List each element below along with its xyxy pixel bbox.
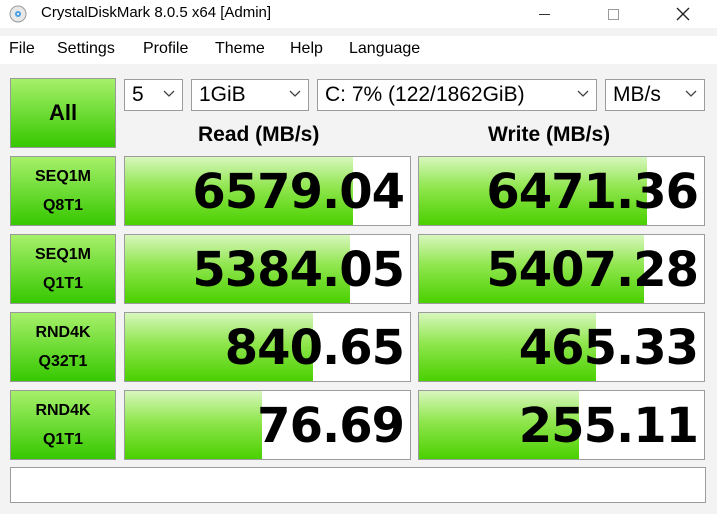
chevron-down-icon [163, 90, 175, 97]
read-value: 5384.05 [192, 242, 405, 298]
test-button-seq1m-q1t1[interactable]: SEQ1M Q1T1 [10, 234, 116, 304]
drive-select[interactable]: C: 7% (122/1862GiB) [317, 79, 597, 111]
menu-settings[interactable]: Settings [57, 40, 115, 58]
comment-field[interactable] [10, 467, 706, 503]
chevron-down-icon [577, 90, 589, 97]
menu-theme[interactable]: Theme [215, 40, 265, 58]
read-result-seq1m-q1t1: 5384.05 [124, 234, 411, 304]
maximize-icon [607, 8, 619, 20]
write-result-seq1m-q8t1: 6471.36 [418, 156, 705, 226]
minimize-button[interactable] [521, 0, 567, 28]
read-header: Read (MB/s) [198, 123, 320, 146]
test-size-select[interactable]: 1GiB [191, 79, 309, 111]
drive-value: C: 7% (122/1862GiB) [325, 83, 525, 106]
chevron-down-icon [685, 90, 697, 97]
read-result-seq1m-q8t1: 6579.04 [124, 156, 411, 226]
minimize-icon [538, 13, 550, 15]
chevron-down-icon [289, 90, 301, 97]
test-button-rnd4k-q1t1[interactable]: RND4K Q1T1 [10, 390, 116, 460]
test-size-value: 1GiB [199, 83, 246, 106]
read-value: 6579.04 [192, 164, 405, 220]
unit-select[interactable]: MB/s [605, 79, 705, 111]
read-result-rnd4k-q32t1: 840.65 [124, 312, 411, 382]
read-value: 840.65 [224, 320, 405, 376]
test-queue: Q1T1 [42, 275, 83, 292]
test-name: SEQ1M [34, 246, 91, 263]
read-bar [125, 391, 262, 459]
menu-help[interactable]: Help [290, 40, 323, 58]
unit-value: MB/s [613, 83, 661, 106]
write-result-seq1m-q1t1: 5407.28 [418, 234, 705, 304]
read-value: 76.69 [257, 398, 405, 454]
title-bar: CrystalDiskMark 8.0.5 x64 [Admin] [0, 0, 717, 28]
test-name: SEQ1M [34, 168, 91, 185]
crystaldiskmark-app-icon [9, 5, 27, 23]
close-icon [676, 7, 690, 21]
test-queue: Q32T1 [38, 353, 88, 370]
window-title: CrystalDiskMark 8.0.5 x64 [Admin] [41, 4, 272, 21]
write-result-rnd4k-q1t1: 255.11 [418, 390, 705, 460]
test-count-select[interactable]: 5 [124, 79, 183, 111]
run-all-button[interactable]: All [10, 78, 116, 148]
test-count-value: 5 [132, 83, 144, 106]
write-value: 465.33 [518, 320, 699, 376]
menu-bar: File Settings Profile Theme Help Languag… [0, 36, 717, 64]
write-result-rnd4k-q32t1: 465.33 [418, 312, 705, 382]
test-name: RND4K [35, 402, 91, 419]
write-header: Write (MB/s) [488, 123, 611, 146]
menu-file[interactable]: File [9, 40, 35, 58]
menu-profile[interactable]: Profile [143, 40, 188, 58]
test-name: RND4K [35, 324, 91, 341]
write-value: 255.11 [518, 398, 699, 454]
write-value: 6471.36 [486, 164, 699, 220]
close-button[interactable] [660, 0, 706, 28]
read-result-rnd4k-q1t1: 76.69 [124, 390, 411, 460]
menu-language[interactable]: Language [349, 40, 420, 58]
test-queue: Q8T1 [42, 197, 83, 214]
test-queue: Q1T1 [42, 431, 83, 448]
test-button-seq1m-q8t1[interactable]: SEQ1M Q8T1 [10, 156, 116, 226]
test-button-rnd4k-q32t1[interactable]: RND4K Q32T1 [10, 312, 116, 382]
maximize-button[interactable] [590, 0, 636, 28]
write-value: 5407.28 [486, 242, 699, 298]
